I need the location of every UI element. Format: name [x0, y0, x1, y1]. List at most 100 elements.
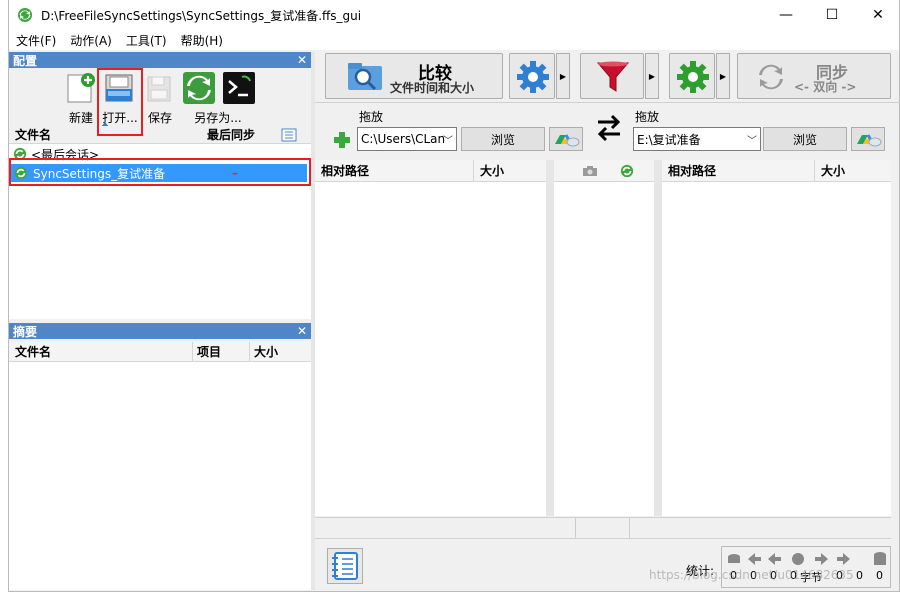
terminal-icon — [223, 72, 255, 104]
sync-small-icon — [14, 166, 28, 180]
chevron-down-icon[interactable]: ﹀ — [747, 132, 757, 147]
config-panel-title: 配置 — [13, 53, 38, 68]
right-drop-label: 拖放 — [635, 110, 660, 124]
right-browse-button[interactable]: 浏览 — [763, 127, 847, 151]
summary-list — [9, 362, 311, 590]
camera-icon[interactable] — [582, 165, 598, 177]
gear-green-icon — [677, 61, 709, 93]
summary-panel-close-icon[interactable]: ✕ — [297, 323, 307, 339]
new-config-label: 新建 — [68, 111, 93, 125]
left-browse-button[interactable]: 浏览 — [461, 127, 545, 151]
gear-blue-icon — [517, 61, 549, 93]
column-options-icon[interactable] — [281, 128, 297, 142]
watermark-text: https://blog.csdn.net/u014682635 — [649, 568, 854, 582]
summary-col-name[interactable]: 文件名 — [15, 343, 51, 360]
sync-settings-button[interactable] — [669, 53, 715, 99]
summary-list-header: 文件名 项目 大小 — [9, 341, 311, 362]
summary-panel-title: 摘要 — [13, 324, 38, 339]
status-divider — [629, 518, 630, 538]
stat-value: 0 — [876, 569, 883, 582]
sync-arrows-icon — [183, 72, 215, 104]
right-folder-input[interactable]: E:\复试准备 ﹀ — [633, 127, 761, 151]
grid-splitter-left[interactable] — [546, 160, 554, 516]
status-divider — [575, 518, 576, 538]
left-cloud-button[interactable] — [549, 127, 583, 151]
status-bar — [315, 517, 891, 539]
maximize-button[interactable]: ☐ — [809, 0, 855, 30]
config-item-selected[interactable]: SyncSettings_复试准备 – — [11, 164, 307, 182]
left-col-relative-path[interactable]: 相对路径 — [321, 162, 369, 179]
divider — [315, 102, 900, 103]
right-cloud-button[interactable] — [851, 127, 885, 151]
right-grid-header: 相对路径 大小 — [662, 159, 891, 182]
save-config-label: 保存 — [147, 111, 172, 125]
left-folder-input[interactable]: C:\Users\CLan ﹀ — [357, 127, 457, 151]
swap-sides-button[interactable] — [591, 110, 627, 146]
compare-button[interactable]: 比较 文件时间和大小 — [325, 53, 503, 99]
right-folder-path: E:\复试准备 — [637, 132, 701, 147]
menu-bar: 文件(F) 动作(A) 工具(T) 帮助(H) — [9, 30, 899, 50]
left-drop-label: 拖放 — [359, 110, 384, 124]
cloud-drive-icon — [857, 134, 882, 147]
synchronize-button[interactable]: 同步 <- 双向 -> — [737, 53, 891, 99]
chevron-down-icon[interactable]: ﹀ — [443, 132, 453, 147]
config-panel-header: 配置 ✕ — [9, 52, 311, 68]
config-item-last-sync: – — [232, 166, 238, 180]
menu-file[interactable]: 文件(F) — [9, 32, 63, 49]
menu-help[interactable]: 帮助(H) — [174, 32, 230, 49]
config-col-name[interactable]: 文件名 — [15, 126, 51, 143]
view-log-button[interactable] — [327, 548, 363, 584]
right-file-grid[interactable] — [662, 160, 891, 516]
left-file-grid[interactable] — [315, 160, 546, 516]
save-config-button[interactable] — [140, 70, 176, 106]
stat-value: 0 — [856, 569, 863, 582]
sync-subtitle: <- 双向 -> — [794, 80, 857, 94]
summary-col-items[interactable]: 项目 — [192, 341, 221, 362]
compare-dropdown-button[interactable]: ▶ — [556, 53, 570, 99]
filter-button[interactable] — [580, 53, 644, 99]
add-folder-pair-button[interactable] — [331, 128, 353, 152]
middle-grid-header — [554, 160, 654, 182]
config-col-last-sync[interactable]: 最后同步 — [207, 126, 255, 143]
sync-grey-icon — [759, 64, 783, 90]
summary-panel-header: 摘要 ✕ — [9, 323, 311, 339]
left-grid-header: 相对路径 大小 — [315, 159, 546, 182]
left-folder-path: C:\Users\CLan — [361, 132, 446, 146]
batch-job-button[interactable] — [221, 70, 257, 106]
save-disk-icon — [147, 76, 171, 102]
close-button[interactable]: ✕ — [855, 0, 900, 30]
new-config-button[interactable] — [62, 70, 98, 106]
menu-action[interactable]: 动作(A) — [63, 32, 119, 49]
notebook-icon — [332, 552, 358, 580]
freefilesync-app-icon — [18, 8, 32, 22]
config-item-label: <最后会话> — [31, 147, 100, 162]
swap-arrows-icon — [597, 114, 621, 142]
menu-tools[interactable]: 工具(T) — [119, 32, 174, 49]
right-col-size[interactable]: 大小 — [814, 159, 845, 182]
compare-settings-button[interactable] — [509, 53, 555, 99]
filter-funnel-icon — [596, 61, 630, 92]
config-panel-close-icon[interactable]: ✕ — [297, 52, 307, 68]
minimize-button[interactable]: — — [763, 0, 809, 30]
save-as-config-button[interactable] — [181, 70, 217, 106]
sync-small-icon — [13, 147, 27, 161]
config-list-header: 文件名 最后同步 — [9, 126, 311, 144]
config-list: <最后会话> SyncSettings_复试准备 – — [9, 144, 311, 319]
magnifier-folder-icon — [348, 63, 382, 91]
plus-green-icon — [334, 132, 350, 148]
config-item-last-session[interactable]: <最后会话> — [9, 146, 311, 162]
right-col-relative-path[interactable]: 相对路径 — [668, 162, 716, 179]
app-window: D:\FreeFileSyncSettings\SyncSettings_复试准… — [8, 0, 900, 592]
cloud-drive-icon — [555, 134, 580, 147]
stats-icons — [728, 552, 886, 565]
sync-dropdown-button[interactable]: ▶ — [716, 53, 730, 99]
left-col-size[interactable]: 大小 — [473, 159, 504, 182]
sync-small-icon[interactable] — [620, 164, 634, 178]
config-item-label: SyncSettings_复试准备 — [33, 166, 166, 181]
summary-col-size[interactable]: 大小 — [249, 341, 278, 362]
open-config-button[interactable] — [101, 70, 137, 106]
grid-splitter-right[interactable] — [654, 160, 662, 516]
middle-grid[interactable] — [554, 160, 654, 516]
window-title: D:\FreeFileSyncSettings\SyncSettings_复试准… — [41, 8, 362, 23]
filter-dropdown-button[interactable]: ▶ — [645, 53, 659, 99]
